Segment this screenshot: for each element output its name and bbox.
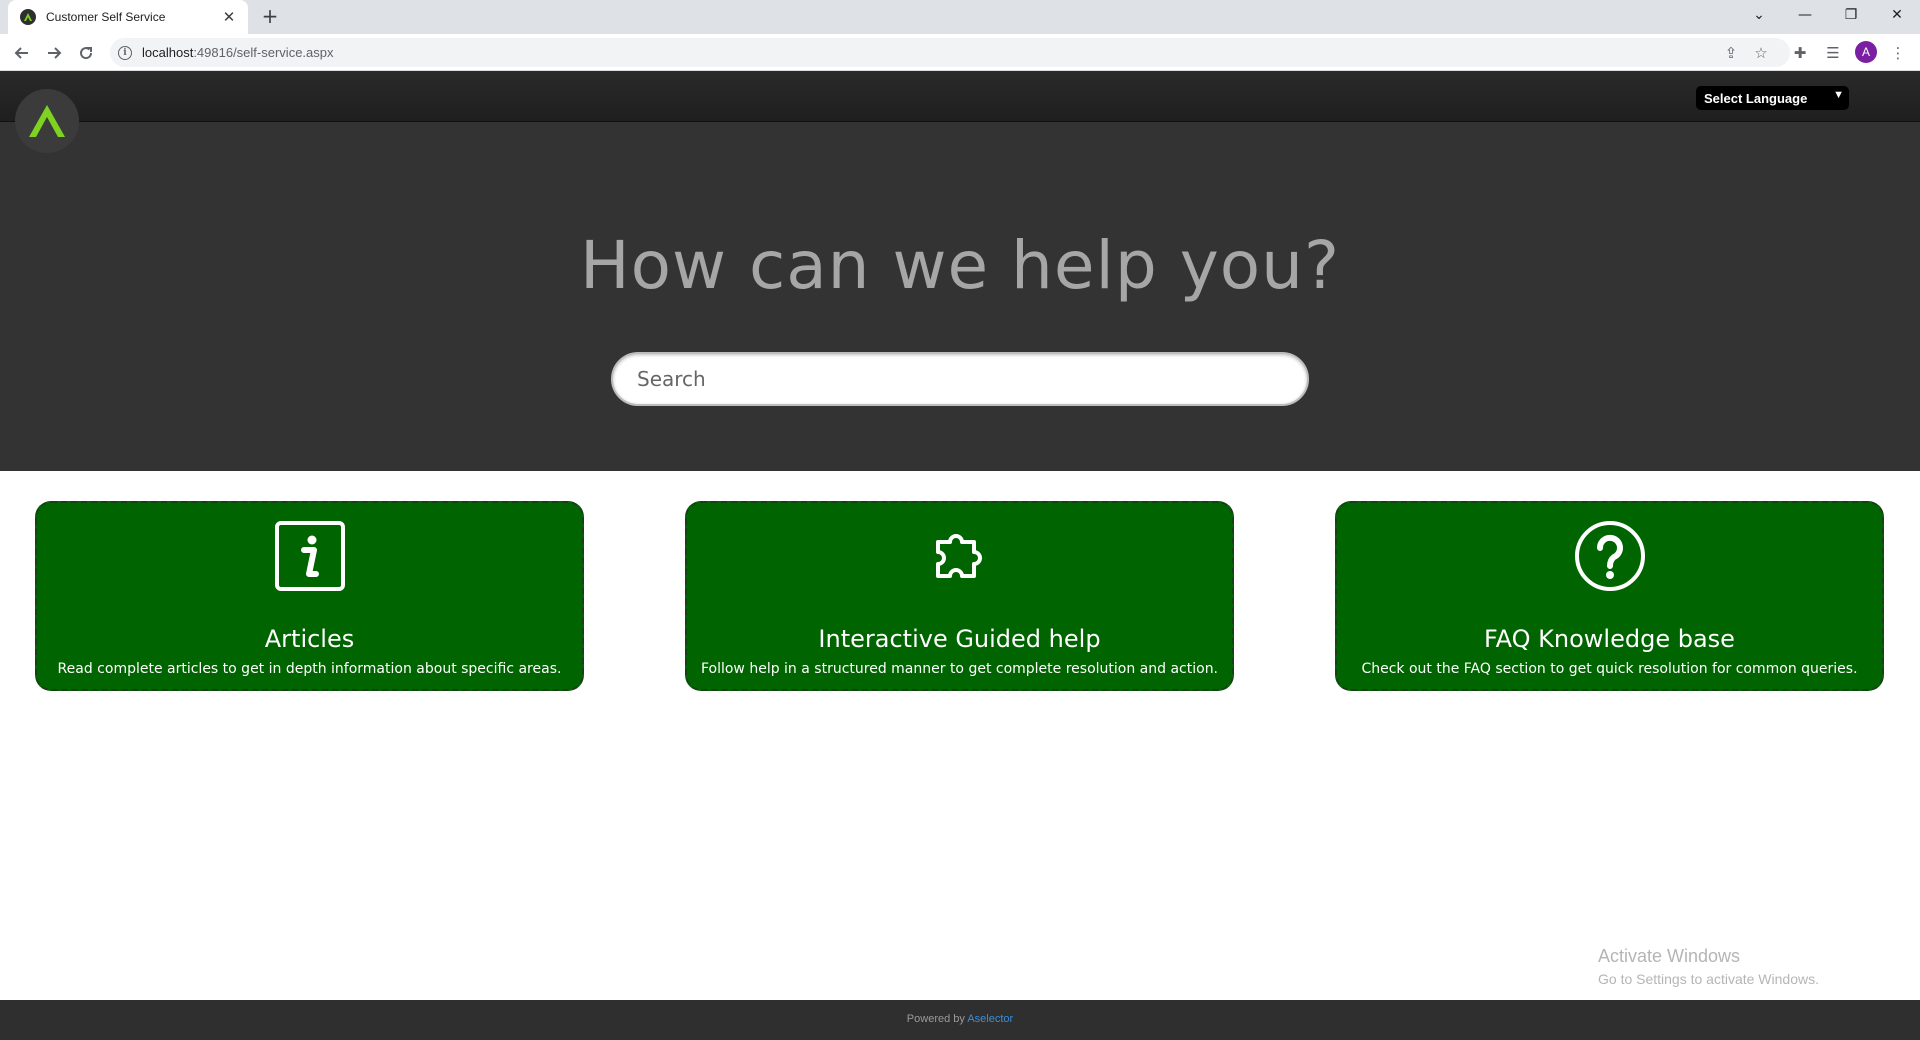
brand-link[interactable]: Aselector xyxy=(967,1013,1013,1025)
browser-toolbar: i localhost:49816/self-service.aspx ⇪ ☆ … xyxy=(0,34,1920,71)
watermark-line2: Go to Settings to activate Windows. xyxy=(1598,971,1819,987)
card-articles[interactable]: Articles Read complete articles to get i… xyxy=(35,501,584,691)
new-tab-button[interactable]: + xyxy=(258,4,282,28)
close-window-button[interactable]: ✕ xyxy=(1874,0,1920,30)
restore-button[interactable]: ❐ xyxy=(1828,0,1874,30)
back-button[interactable] xyxy=(8,39,36,67)
site-footer: Powered by Aselector xyxy=(0,1000,1920,1040)
reload-button[interactable] xyxy=(72,39,100,67)
card-guided-help[interactable]: Interactive Guided help Follow help in a… xyxy=(685,501,1234,691)
minimize-button[interactable]: — xyxy=(1782,0,1828,30)
card-title: FAQ Knowledge base xyxy=(1484,625,1735,653)
back-arrow-icon xyxy=(14,47,28,59)
site-logo[interactable] xyxy=(15,89,79,153)
browser-tabstrip: Customer Self Service ✕ + ⌄ — ❐ ✕ xyxy=(0,0,1920,34)
reading-list-icon[interactable]: ☰ xyxy=(1819,39,1847,67)
site-info-icon[interactable]: i xyxy=(118,45,132,60)
language-select[interactable]: Select Language ▼ xyxy=(1696,86,1849,110)
browser-tab[interactable]: Customer Self Service ✕ xyxy=(8,0,248,34)
card-title: Interactive Guided help xyxy=(818,625,1101,653)
menu-kebab-icon[interactable]: ⋮ xyxy=(1884,39,1912,67)
forward-arrow-icon xyxy=(48,47,62,59)
extensions-icon[interactable]: ✚ xyxy=(1786,39,1814,67)
url-host: localhost xyxy=(142,45,194,60)
search-input[interactable] xyxy=(611,352,1309,406)
url-path: :49816/self-service.aspx xyxy=(193,45,334,60)
language-select-label: Select Language xyxy=(1704,90,1808,106)
powered-by-label: Powered by xyxy=(906,1013,965,1025)
page: Select Language ▼ How can we help you? A… xyxy=(0,71,1920,1040)
tab-title: Customer Self Service xyxy=(46,10,166,24)
watermark-line1: Activate Windows xyxy=(1598,946,1741,966)
card-description: Check out the FAQ section to get quick r… xyxy=(1361,661,1858,677)
favicon-icon xyxy=(20,9,36,25)
hero-section: How can we help you? xyxy=(0,122,1920,471)
card-description: Follow help in a structured manner to ge… xyxy=(700,661,1219,677)
activate-windows-watermark: Activate Windows Go to Settings to activ… xyxy=(1598,946,1819,987)
card-title: Articles xyxy=(264,625,355,653)
bookmark-star-icon[interactable]: ☆ xyxy=(1748,38,1774,67)
hero-title: How can we help you? xyxy=(579,227,1341,304)
card-faq[interactable]: FAQ Knowledge base Check out the FAQ sec… xyxy=(1335,501,1884,691)
close-tab-icon[interactable]: ✕ xyxy=(220,8,238,26)
share-icon[interactable]: ⇪ xyxy=(1718,38,1744,67)
puzzle-icon xyxy=(923,519,997,593)
url-text: localhost:49816/self-service.aspx xyxy=(142,45,334,60)
card-description: Read complete articles to get in depth i… xyxy=(57,661,562,677)
logo-icon xyxy=(29,105,65,137)
chevron-down-icon: ▼ xyxy=(1833,89,1844,101)
info-icon xyxy=(273,519,347,593)
reload-icon xyxy=(80,47,93,60)
forward-button[interactable] xyxy=(40,39,68,67)
profile-avatar[interactable]: A xyxy=(1855,41,1877,63)
site-header: Select Language ▼ xyxy=(0,71,1920,122)
question-icon xyxy=(1573,519,1647,593)
address-bar[interactable]: i localhost:49816/self-service.aspx ⇪ ☆ xyxy=(110,38,1790,67)
tab-search-icon[interactable]: ⌄ xyxy=(1736,0,1782,30)
